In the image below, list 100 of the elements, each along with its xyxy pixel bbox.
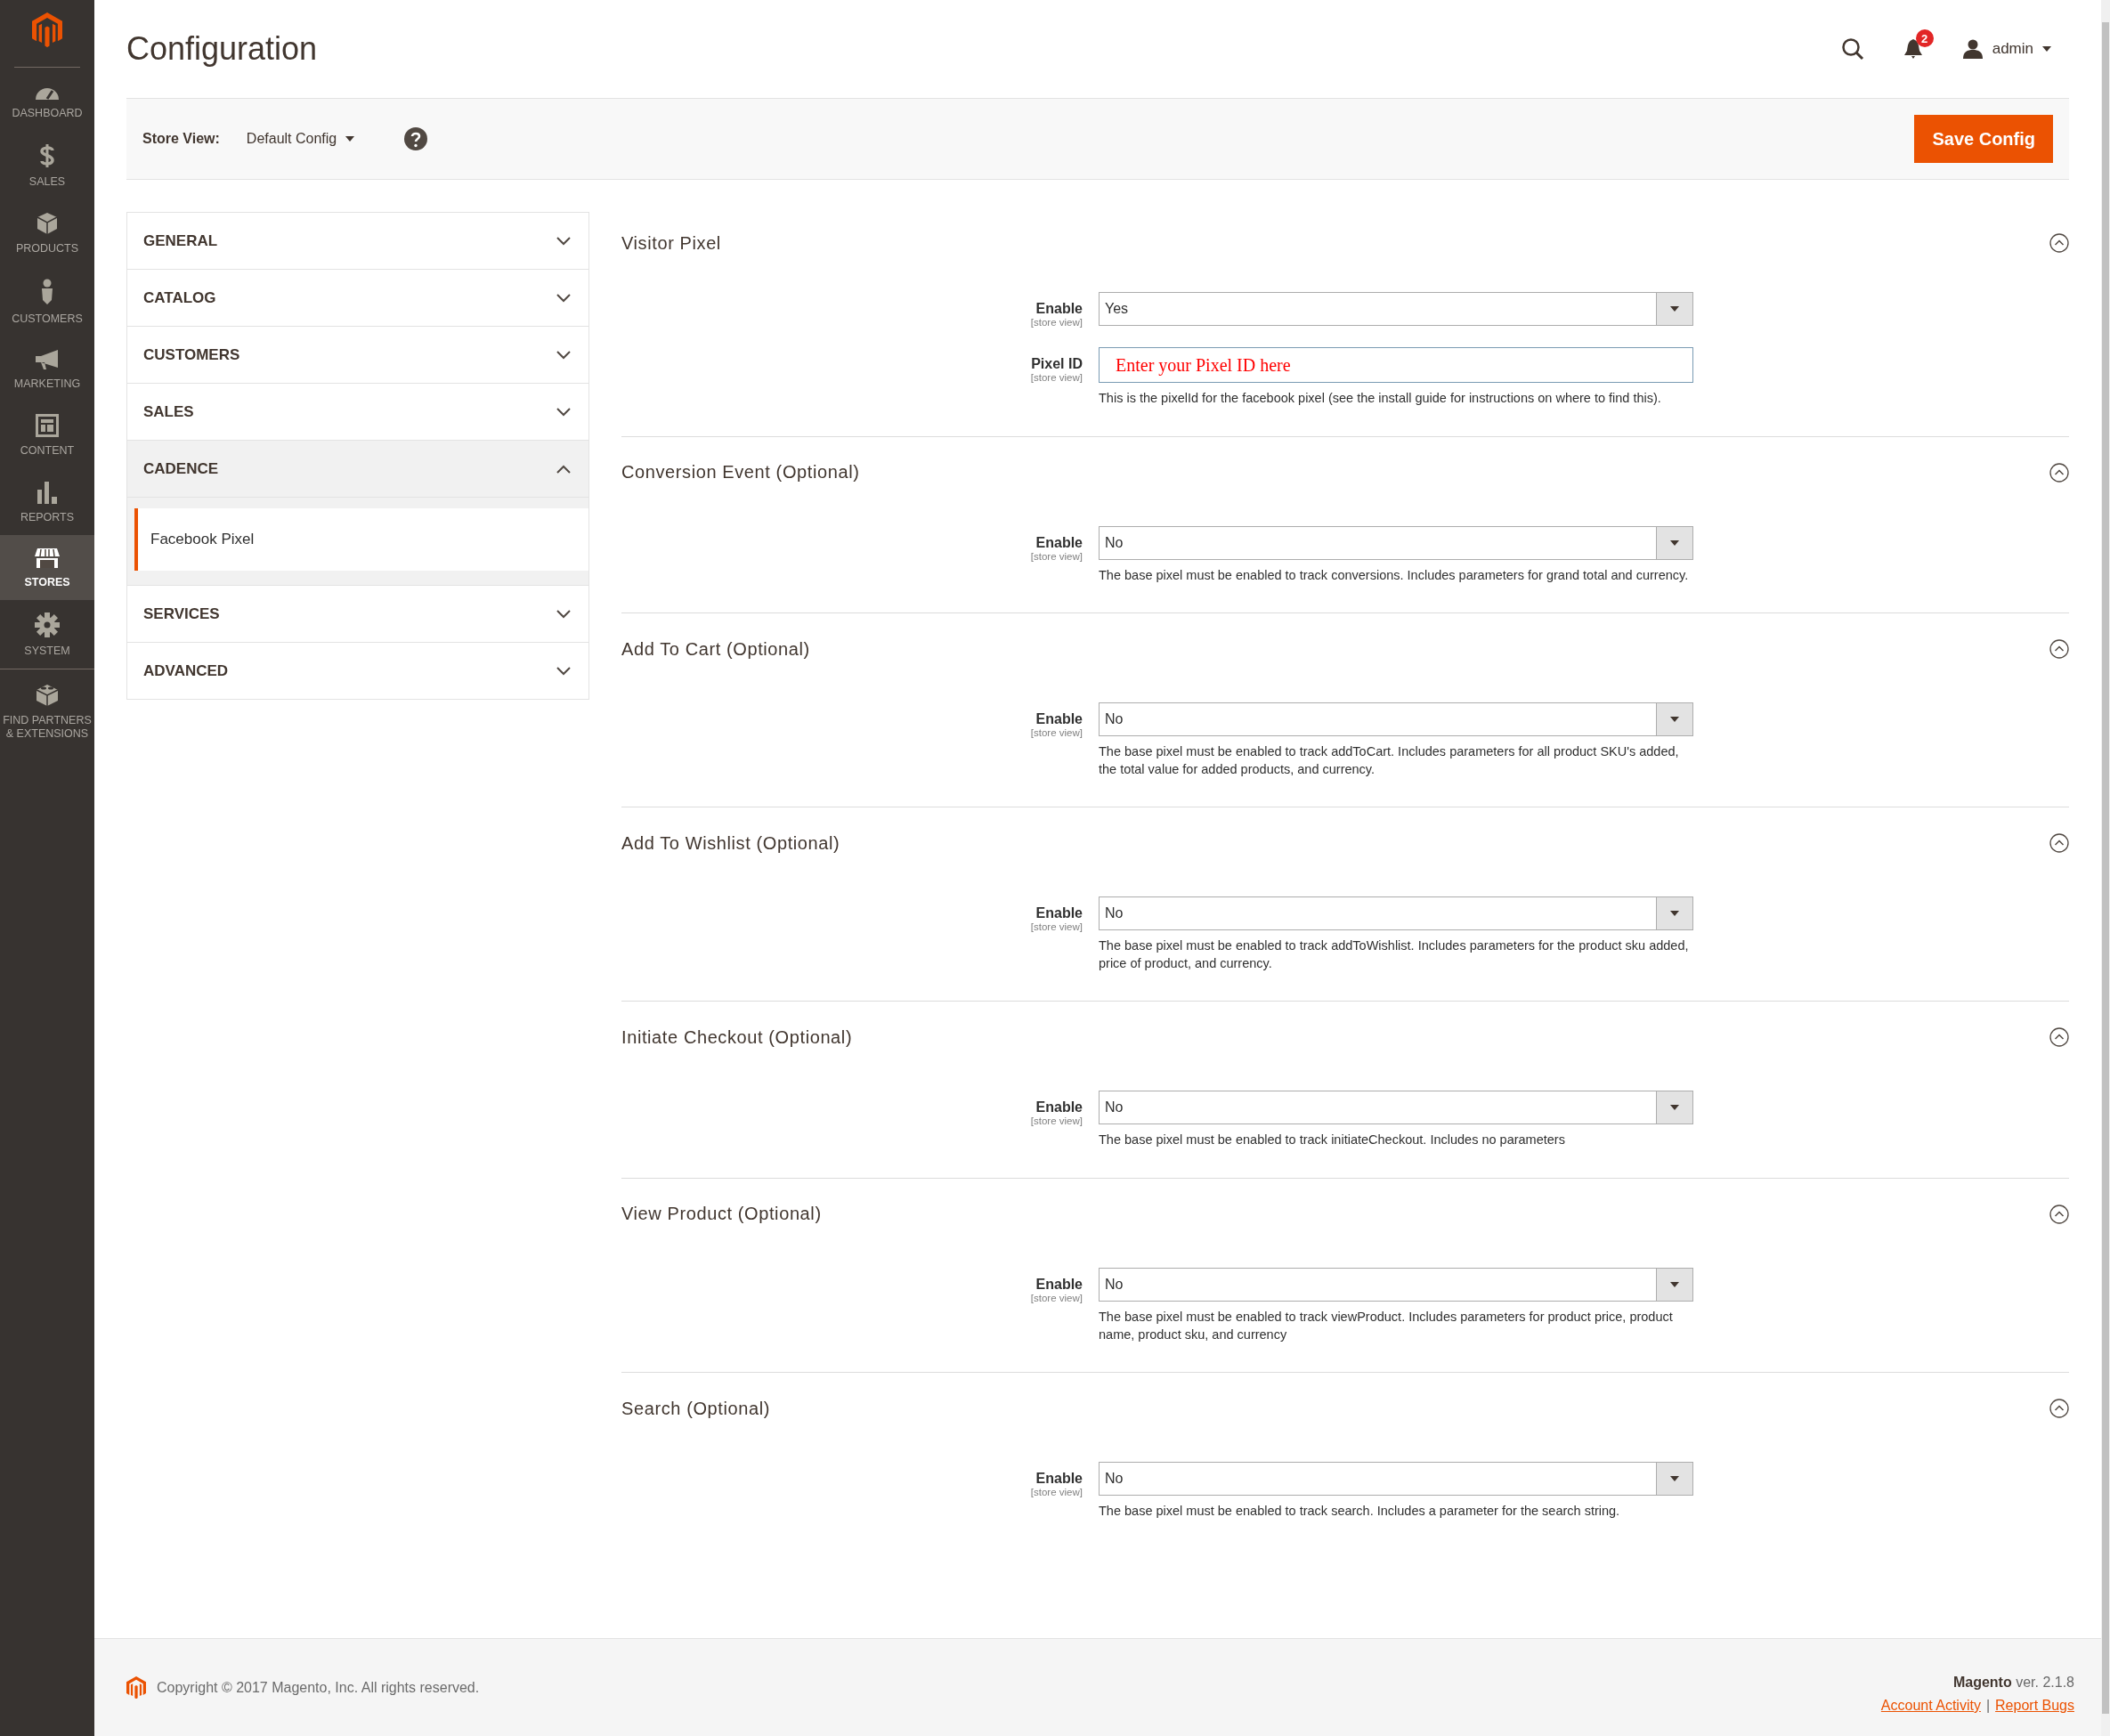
block-icon [35, 682, 60, 708]
field-label: Enable [1035, 301, 1083, 317]
store-view-switcher[interactable]: Default Config [246, 131, 355, 147]
user-menu[interactable]: admin [1961, 39, 2051, 59]
bell-icon[interactable] [1903, 38, 1923, 60]
bar-chart-icon [37, 481, 58, 505]
field-label: Enable [1035, 905, 1083, 922]
caret-icon [1670, 717, 1679, 723]
field-label: Enable [1035, 534, 1083, 551]
collapse-icon[interactable] [2049, 1204, 2069, 1224]
notification-count: 2 [1915, 29, 1934, 47]
section-title[interactable]: Initiate Checkout (Optional) [621, 1026, 853, 1048]
section-title[interactable]: Add To Wishlist (Optional) [621, 832, 840, 854]
section-title[interactable]: Conversion Event (Optional) [621, 462, 860, 483]
collapse-icon[interactable] [2049, 1027, 2069, 1048]
nav-group[interactable]: CADENCE [127, 441, 588, 498]
menu-item[interactable]: STORES [0, 535, 94, 601]
scope-label: [store view] [1030, 1115, 1083, 1127]
field-label: Enable [1035, 1471, 1083, 1488]
select-field[interactable]: No [1099, 896, 1693, 931]
caret-icon [1670, 1281, 1679, 1287]
section-title[interactable]: Add To Cart (Optional) [621, 638, 810, 660]
collapse-icon[interactable] [2049, 1399, 2069, 1419]
nav-group[interactable]: CUSTOMERS [127, 327, 588, 383]
field-label: Enable [1035, 1276, 1083, 1293]
scope-label: [store view] [1030, 1292, 1083, 1303]
chevron-up-icon [556, 464, 571, 474]
field-label: Pixel ID [1031, 356, 1083, 372]
select-field[interactable]: Yes [1099, 292, 1693, 326]
section-title[interactable]: View Product (Optional) [621, 1204, 822, 1225]
caret-icon [345, 136, 355, 142]
nav-group[interactable]: SALES [127, 384, 588, 440]
scope-label: [store view] [1030, 550, 1083, 562]
menu-item[interactable]: DASHBOARD [0, 75, 94, 132]
menu-item[interactable]: SYSTEM [0, 600, 94, 669]
menu-item[interactable]: SALES [0, 131, 94, 200]
field-label: Enable [1035, 711, 1083, 728]
help-icon[interactable] [404, 127, 428, 150]
collapse-icon[interactable] [2049, 462, 2069, 483]
collapse-icon[interactable] [2049, 639, 2069, 660]
select-field[interactable]: No [1099, 702, 1693, 737]
scope-label: [store view] [1030, 727, 1083, 739]
speedometer-icon [36, 87, 59, 101]
caret-icon [1670, 1476, 1679, 1482]
field-note: The base pixel must be enabled to track search. Includes a parameter for the search string. [1099, 1503, 1621, 1521]
person-icon [39, 279, 55, 306]
menu-item[interactable]: CONTENT [0, 402, 94, 469]
caret-icon [2042, 46, 2051, 52]
chevron-down-icon [556, 236, 571, 246]
field-note: This is the pixelId for the facebook pixel (see the install guide for instructions on where to find this). [1099, 390, 1662, 407]
caret-icon [1670, 1105, 1679, 1111]
field-note: The base pixel must be enabled to track addToCart. Includes parameters for all product SKU's added, the total value for added products, and currency. [1099, 743, 1680, 778]
chevron-down-icon [556, 350, 571, 360]
layout-icon [36, 414, 59, 438]
nav-group[interactable]: ADVANCED [127, 643, 588, 699]
box-icon [37, 212, 58, 236]
menu-item[interactable]: MARKETING [0, 337, 94, 402]
menu-item[interactable]: REPORTS [0, 468, 94, 536]
select-field[interactable]: No [1099, 1091, 1693, 1125]
scope-label: [store view] [1030, 317, 1083, 328]
nav-group[interactable]: GENERAL [127, 213, 588, 269]
nav-group[interactable]: CATALOG [127, 270, 588, 326]
copyright-text: Copyright © 2017 Magento, Inc. All rights reserved. [157, 1679, 480, 1696]
nav-item[interactable]: Facebook Pixel [134, 508, 588, 571]
user-icon [1961, 39, 1984, 59]
chevron-down-icon [556, 609, 571, 619]
collapse-icon[interactable] [2049, 233, 2069, 253]
scope-label: [store view] [1030, 1487, 1083, 1498]
scope-label: [store view] [1030, 372, 1083, 383]
caret-icon [1670, 539, 1679, 546]
chevron-down-icon [556, 293, 571, 303]
field-label: Enable [1035, 1099, 1083, 1116]
save-config-button[interactable]: Save Config [1914, 115, 2053, 163]
field-note: The base pixel must be enabled to track conversions. Includes parameters for grand total and currency. [1099, 566, 1690, 584]
select-field[interactable]: No [1099, 1267, 1693, 1302]
menu-item[interactable]: CUSTOMERS [0, 266, 94, 337]
dollar-icon [39, 143, 55, 169]
caret-icon [1670, 911, 1679, 917]
select-field[interactable]: No [1099, 525, 1693, 560]
chevron-down-icon [556, 666, 571, 676]
storefront-icon [34, 548, 61, 570]
link-separator: | [1985, 1698, 1991, 1714]
field-note: The base pixel must be enabled to track viewProduct. Includes parameters for product price, product name, product sku, and currency [1099, 1308, 1674, 1343]
nav-group[interactable]: SERVICES [127, 586, 588, 642]
search-icon[interactable] [1840, 37, 1864, 61]
page-title: Configuration [126, 30, 319, 68]
gear-icon [35, 612, 60, 638]
caret-icon [1670, 306, 1679, 312]
input-field[interactable]: Enter your Pixel ID here [1099, 347, 1693, 383]
section-title[interactable]: Search (Optional) [621, 1398, 770, 1419]
magento-logo [126, 1676, 146, 1699]
collapse-icon[interactable] [2049, 833, 2069, 854]
chevron-down-icon [556, 407, 571, 417]
field-note: The base pixel must be enabled to track initiateCheckout. Includes no parameters [1099, 1132, 1566, 1149]
field-note: The base pixel must be enabled to track addToWishlist. Includes parameters for the product sku added, price of product, and currency. [1099, 937, 1690, 972]
magento-logo [32, 12, 62, 48]
section-title[interactable]: Visitor Pixel [621, 232, 721, 254]
menu-item[interactable]: PRODUCTS [0, 199, 94, 267]
select-field[interactable]: No [1099, 1462, 1693, 1497]
megaphone-icon [34, 349, 61, 371]
